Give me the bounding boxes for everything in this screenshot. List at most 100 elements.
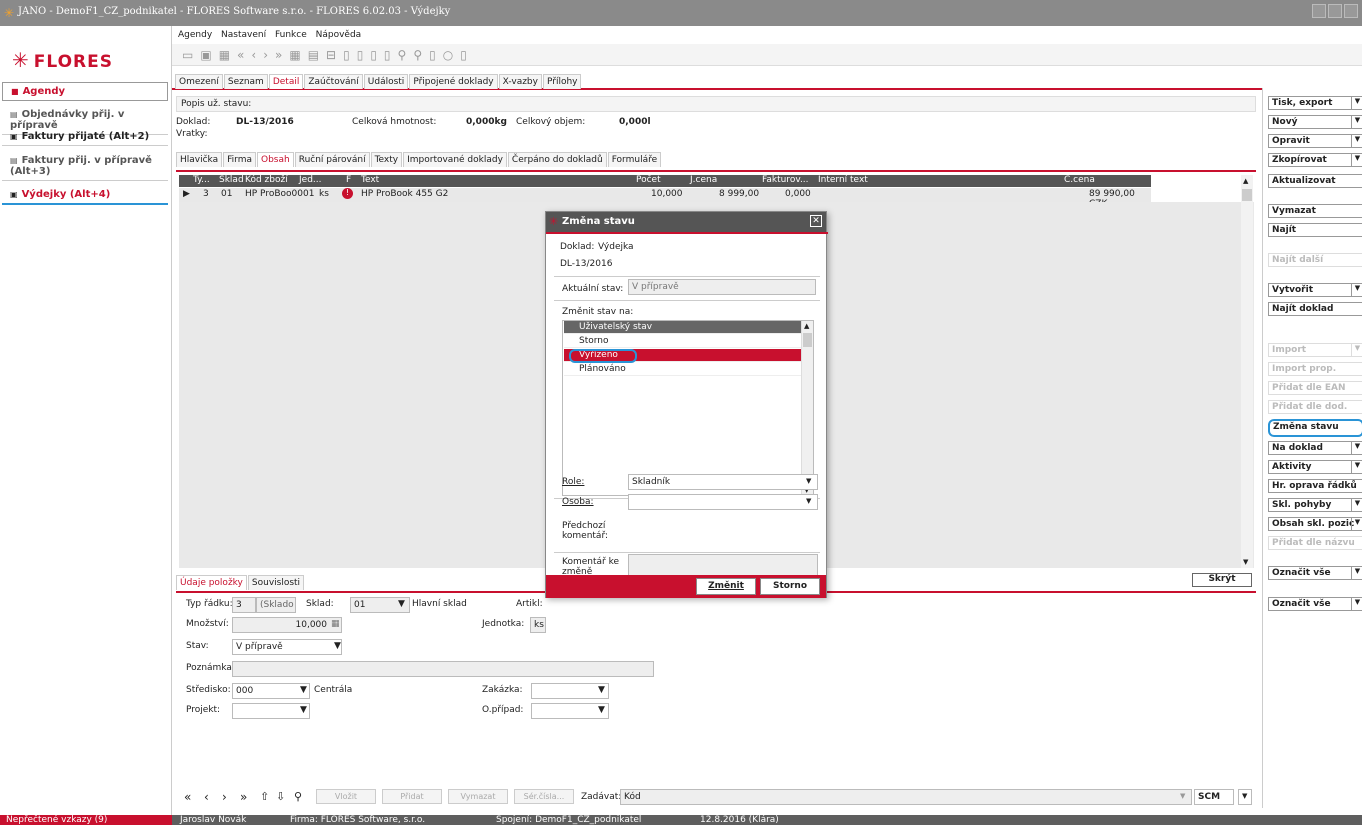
scroll-thumb[interactable] xyxy=(1242,189,1252,201)
vlozit-button[interactable]: Vložit xyxy=(316,789,376,804)
tab-souvislosti[interactable]: Souvislosti xyxy=(247,575,305,590)
scm-dropdown-icon[interactable]: ▼ xyxy=(1238,789,1252,805)
tab-zauctovani[interactable]: Zaúčtování xyxy=(304,74,363,89)
col-jed[interactable]: Jed... xyxy=(299,175,322,185)
mnozstvi-input[interactable]: 10,000 xyxy=(232,617,342,633)
close-icon[interactable]: ✕ xyxy=(810,215,822,227)
chevron-down-icon[interactable]: ▼ xyxy=(1351,442,1362,454)
role-select[interactable]: Skladník xyxy=(628,474,818,490)
storno-button[interactable]: Storno xyxy=(760,578,820,595)
subtab-importovane[interactable]: Importované doklady xyxy=(403,152,507,167)
col-fakturov[interactable]: Fakturov... xyxy=(762,175,809,185)
stredisko-input[interactable]: 000 xyxy=(232,683,310,699)
zadavat-select[interactable]: Kód xyxy=(620,789,1192,805)
chevron-down-icon[interactable]: ▼ xyxy=(806,477,811,485)
col-sklad[interactable]: Sklad xyxy=(219,175,244,185)
last-icon[interactable]: » xyxy=(275,48,282,62)
pridat-dle-ean-button[interactable]: Přidat dle EAN xyxy=(1268,381,1362,395)
skl-pohyby-button[interactable]: Skl. pohyby ▼ xyxy=(1268,498,1362,512)
chevron-down-icon[interactable]: ▼ xyxy=(1351,598,1362,610)
subtab-obsah[interactable]: Obsah xyxy=(257,152,294,167)
menu-napoveda[interactable]: Nápověda xyxy=(316,30,362,40)
help-icon[interactable]: ▯ xyxy=(460,48,467,62)
chevron-down-icon[interactable]: ▼ xyxy=(1351,154,1362,166)
col-kod[interactable]: Kód zboží xyxy=(245,175,288,185)
tab-seznam[interactable]: Seznam xyxy=(223,74,268,89)
chevron-down-icon[interactable]: ▼ xyxy=(1180,792,1185,800)
move-up-icon[interactable]: ⇧ xyxy=(260,790,269,803)
table-row[interactable]: ▶ 3 01 HP ProBoo0001 ks ! HP ProBook 455… xyxy=(179,188,1151,209)
scm-field[interactable]: SCM xyxy=(1194,789,1234,805)
subtab-texty[interactable]: Texty xyxy=(370,152,403,167)
chevron-down-icon[interactable]: ▼ xyxy=(598,685,605,695)
scroll-up-icon[interactable]: ▲ xyxy=(804,322,809,330)
list-item-storno[interactable]: Storno xyxy=(564,335,802,348)
vymazat-button[interactable]: Vymazat xyxy=(1268,204,1362,218)
col-interni[interactable]: Interní text xyxy=(818,175,868,185)
tab-udalosti[interactable]: Události xyxy=(363,74,409,89)
subtab-hlavicka[interactable]: Hlavička xyxy=(176,152,223,167)
zmena-stavu-button[interactable]: Změna stavu xyxy=(1268,419,1362,437)
maximize-button[interactable] xyxy=(1328,4,1342,18)
tab-detail[interactable]: Detail xyxy=(268,74,304,89)
osoba-select[interactable] xyxy=(628,494,818,510)
chevron-down-icon[interactable]: ▼ xyxy=(300,705,307,715)
list-scrollbar[interactable]: ▲ ▼ xyxy=(801,321,813,495)
col-f[interactable]: F xyxy=(346,175,351,185)
col-typ[interactable]: Ty... xyxy=(193,175,210,185)
search-icon[interactable]: ⚲ xyxy=(398,48,407,62)
scroll-down-icon[interactable]: ▼ xyxy=(1243,558,1248,566)
calc-icon[interactable]: ▤ xyxy=(308,48,319,62)
menu-agendy[interactable]: Agendy xyxy=(178,30,212,40)
chevron-down-icon[interactable]: ▼ xyxy=(1351,518,1362,530)
subtab-rucni-parovani[interactable]: Ruční párování xyxy=(294,152,370,167)
comment-icon[interactable]: ○ xyxy=(443,48,453,62)
sidebar-item-vydejky[interactable]: ▣ Výdejky (Alt+4) xyxy=(2,186,168,205)
move-down-icon[interactable]: ⇩ xyxy=(276,790,285,803)
grid-scrollbar[interactable]: ▲ ▼ xyxy=(1241,175,1253,568)
chevron-down-icon[interactable]: ▼ xyxy=(806,497,811,505)
import-prop-button[interactable]: Import prop. xyxy=(1268,362,1362,376)
menu-funkce[interactable]: Funkce xyxy=(275,30,307,40)
copy-doc-icon[interactable]: ▯ xyxy=(370,48,377,62)
minimize-button[interactable] xyxy=(1312,4,1326,18)
projekt-input[interactable] xyxy=(232,703,310,719)
chevron-down-icon[interactable]: ▼ xyxy=(598,705,605,715)
first-record-icon[interactable]: « xyxy=(184,790,191,804)
col-text[interactable]: Text xyxy=(361,175,379,185)
vymazat-button[interactable]: Vymazat xyxy=(448,789,508,804)
subtab-formulare[interactable]: Formuláře xyxy=(607,152,662,167)
skryt-button[interactable]: Skrýt xyxy=(1192,573,1252,587)
tab-x-vazby[interactable]: X-vazby xyxy=(498,74,542,89)
vytvorit-button[interactable]: Vytvořit ▼ xyxy=(1268,283,1362,297)
jednotka-input[interactable]: ks xyxy=(530,617,546,633)
aktualizovat-button[interactable]: Aktualizovat xyxy=(1268,174,1362,188)
pridat-dle-nazvu-button[interactable]: Přidat dle názvu xyxy=(1268,536,1362,550)
tisk-export-button[interactable]: Tisk, export ▼ xyxy=(1268,96,1362,110)
search-icon[interactable]: ⚲ xyxy=(294,790,302,803)
obsah-skl-pozic-button[interactable]: Obsah skl. pozic ▼ xyxy=(1268,517,1362,531)
chevron-down-icon[interactable]: ▼ xyxy=(1351,499,1362,511)
zmenit-button[interactable]: Změnit xyxy=(696,578,756,595)
najit-dalsi-button[interactable]: Najít další xyxy=(1268,253,1362,267)
next-icon[interactable]: › xyxy=(263,48,268,62)
sidebar-item-agendy[interactable]: ■ Agendy xyxy=(2,82,168,101)
subtab-cerpano[interactable]: Čerpáno do dokladů xyxy=(507,152,607,167)
save-icon[interactable]: ▣ xyxy=(200,48,211,62)
info-icon[interactable]: ▯ xyxy=(429,48,436,62)
zkopirovat-button[interactable]: Zkopírovat ▼ xyxy=(1268,153,1362,167)
chevron-down-icon[interactable]: ▼ xyxy=(1351,567,1362,579)
print-icon[interactable]: ⊟ xyxy=(326,48,336,62)
chevron-down-icon[interactable]: ▼ xyxy=(1351,284,1362,296)
scroll-thumb[interactable] xyxy=(803,333,812,347)
first-icon[interactable]: « xyxy=(237,48,244,62)
last-record-icon[interactable]: » xyxy=(240,790,247,804)
scroll-up-icon[interactable]: ▲ xyxy=(1243,177,1248,185)
list-item-planovano[interactable]: Plánováno xyxy=(564,363,802,376)
novy-button[interactable]: Nový ▼ xyxy=(1268,115,1362,129)
search-next-icon[interactable]: ⚲ xyxy=(413,48,422,62)
oznacit-vse-button[interactable]: Označit vše ▼ xyxy=(1268,566,1362,580)
chevron-down-icon[interactable]: ▼ xyxy=(1351,344,1362,356)
subtab-firma[interactable]: Firma xyxy=(223,152,256,167)
chevron-down-icon[interactable]: ▼ xyxy=(1351,97,1362,109)
